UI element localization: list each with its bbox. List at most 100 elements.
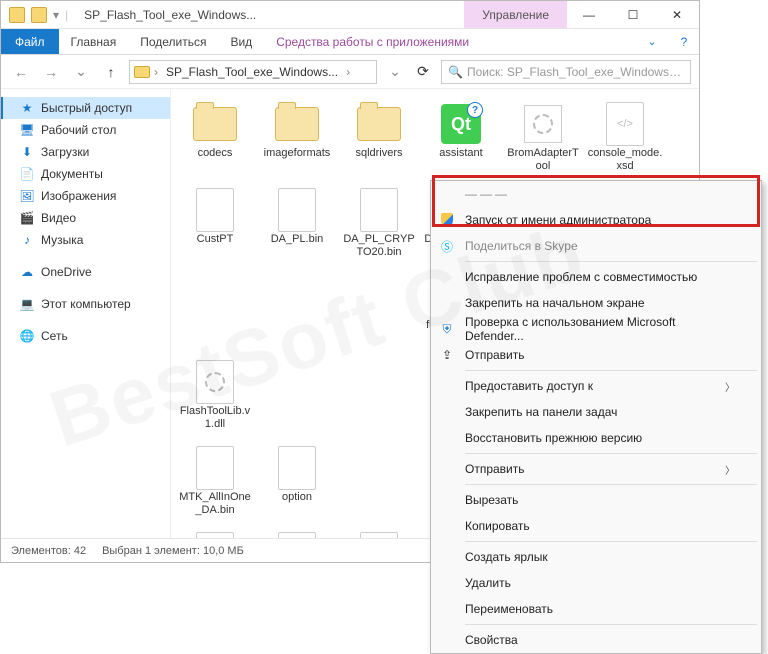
context-menu-pin-start[interactable]: Закрепить на начальном экране [431,290,761,316]
help-button[interactable]: ? [669,29,699,54]
context-menu: ——— Запуск от имени администратора ⓈПоде… [430,180,762,654]
context-menu-copy[interactable]: Копировать [431,513,761,539]
nav-forward-button[interactable]: → [39,60,63,84]
file-item[interactable]: CustPT [175,185,255,267]
navigation-pane: ★ Быстрый доступ 🖥 Рабочий стол ⬇ Загруз… [1,89,171,538]
file-item[interactable] [339,529,419,538]
context-menu-label: Создать ярлык [465,550,548,564]
context-menu-rename[interactable]: Переименовать [431,596,761,622]
sidebar-item-quick-access[interactable]: ★ Быстрый доступ [1,97,170,119]
context-menu-pin-taskbar[interactable]: Закрепить на панели задач [431,399,761,425]
context-menu-grant-access[interactable]: Предоставить доступ к〉 [431,373,761,399]
context-menu-separator [465,370,757,371]
context-menu-label: Проверка с использованием Microsoft Defe… [465,315,735,343]
file-item[interactable] [175,529,255,538]
file-label: BromAdapterTool [505,147,581,172]
context-menu-label: Вырезать [465,493,518,507]
search-input[interactable]: 🔍 Поиск: SP_Flash_Tool_exe_Windows_v5.20… [441,60,691,84]
context-menu-restore-prev[interactable]: Восстановить прежнюю версию [431,425,761,451]
file-item[interactable] [257,529,337,538]
context-menu-cut[interactable]: Вырезать [431,487,761,513]
tab-share[interactable]: Поделиться [128,29,218,54]
generic-file-icon [278,188,316,232]
address-box[interactable]: › SP_Flash_Tool_exe_Windows... › [129,60,377,84]
context-menu-skype[interactable]: ⓈПоделиться в Skype [431,233,761,259]
sidebar-item-onedrive[interactable]: ☁ OneDrive [1,261,170,283]
file-label: DA_PL.bin [271,233,324,246]
tab-app-tools[interactable]: Средства работы с приложениями [264,29,481,54]
context-menu-separator [465,261,757,262]
qat-folder-icon[interactable] [31,7,47,23]
nav-back-button[interactable]: ← [9,60,33,84]
breadcrumb[interactable]: SP_Flash_Tool_exe_Windows... [162,65,342,79]
star-icon: ★ [19,100,35,116]
file-item[interactable]: Qtassistant [421,99,501,181]
file-item[interactable]: BromAdapterTool [503,99,583,181]
context-menu-label: Свойства [465,633,518,647]
dll-icon [196,360,234,404]
address-dropdown-button[interactable]: ⌄ [383,60,407,84]
file-item[interactable]: FlashToolLib.v1.dll [175,357,255,439]
qat-dropdown-icon[interactable]: ▾ [53,8,59,22]
file-item[interactable]: </>console_mode.xsd [585,99,665,181]
sidebar-item-pictures[interactable]: 🖼 Изображения [1,185,170,207]
file-item[interactable]: MTK_AllInOne_DA.bin [175,443,255,525]
qat-sep: | [65,8,68,22]
context-menu-label: Копировать [465,519,530,533]
sidebar-item-videos[interactable]: 🎬 Видео [1,207,170,229]
breadcrumb-sep: › [154,65,158,79]
address-folder-icon [134,66,150,78]
context-menu-separator [465,624,757,625]
context-menu-run-as-admin[interactable]: Запуск от имени администратора [431,207,761,233]
file-item[interactable]: DA_PL.bin [257,185,337,267]
file-item[interactable]: option [257,443,337,525]
context-menu-separator [465,453,757,454]
sidebar-item-label: Документы [41,167,103,181]
sidebar-item-label: Видео [41,211,76,225]
folder-icon [275,107,319,141]
sidebar-item-documents[interactable]: 📄 Документы [1,163,170,185]
refresh-button[interactable]: ⟳ [411,60,435,84]
context-menu-separator [465,541,757,542]
chevron-right-icon: 〉 [725,379,735,394]
folder-item[interactable]: sqldrivers [339,99,419,181]
sidebar-item-label: Изображения [41,189,116,203]
sidebar-item-label: OneDrive [41,265,92,279]
sidebar-item-desktop[interactable]: 🖥 Рабочий стол [1,119,170,141]
tab-view[interactable]: Вид [218,29,264,54]
context-menu-defender[interactable]: ⛨Проверка с использованием Microsoft Def… [431,316,761,342]
pc-icon: 💻 [19,296,35,312]
quick-access-toolbar: ▾ | [1,7,76,23]
titlebar: ▾ | SP_Flash_Tool_exe_Windows... Управле… [1,1,699,29]
tab-home[interactable]: Главная [59,29,129,54]
chevron-right-icon: 〉 [725,462,735,477]
desktop-icon: 🖥 [19,122,35,138]
folder-item[interactable]: imageformats [257,99,337,181]
context-menu-properties[interactable]: Свойства [431,627,761,653]
file-item[interactable]: DA_PL_CRYPTO20.bin [339,185,419,267]
sidebar-item-network[interactable]: 🌐 Сеть [1,325,170,347]
ribbon-expand-button[interactable]: ⌄ [635,29,669,54]
context-menu-label: Запуск от имени администратора [465,213,651,227]
context-menu-shortcut[interactable]: Создать ярлык [431,544,761,570]
sidebar-item-this-pc[interactable]: 💻 Этот компьютер [1,293,170,315]
context-menu-compat[interactable]: Исправление проблем с совместимостью [431,264,761,290]
status-item-count: Элементов: 42 [11,545,86,557]
file-label: imageformats [264,147,331,160]
minimize-button[interactable]: — [567,1,611,29]
context-menu-share[interactable]: ⇪Отправить [431,342,761,368]
folder-item[interactable]: codecs [175,99,255,181]
sidebar-item-music[interactable]: ♪ Музыка [1,229,170,251]
cloud-icon: ☁ [19,264,35,280]
context-menu-send-to[interactable]: Отправить〉 [431,456,761,482]
context-menu-item[interactable]: ——— [431,181,761,207]
close-button[interactable]: ✕ [655,1,699,29]
file-label: sqldrivers [355,147,402,160]
nav-up-button[interactable]: ↑ [99,60,123,84]
maximize-button[interactable]: ☐ [611,1,655,29]
nav-recent-button[interactable]: ⌄ [69,60,93,84]
context-menu-delete[interactable]: Удалить [431,570,761,596]
tab-file[interactable]: Файл [1,29,59,54]
sidebar-item-downloads[interactable]: ⬇ Загрузки [1,141,170,163]
search-placeholder: Поиск: SP_Flash_Tool_exe_Windows_v5.2044… [467,65,684,79]
